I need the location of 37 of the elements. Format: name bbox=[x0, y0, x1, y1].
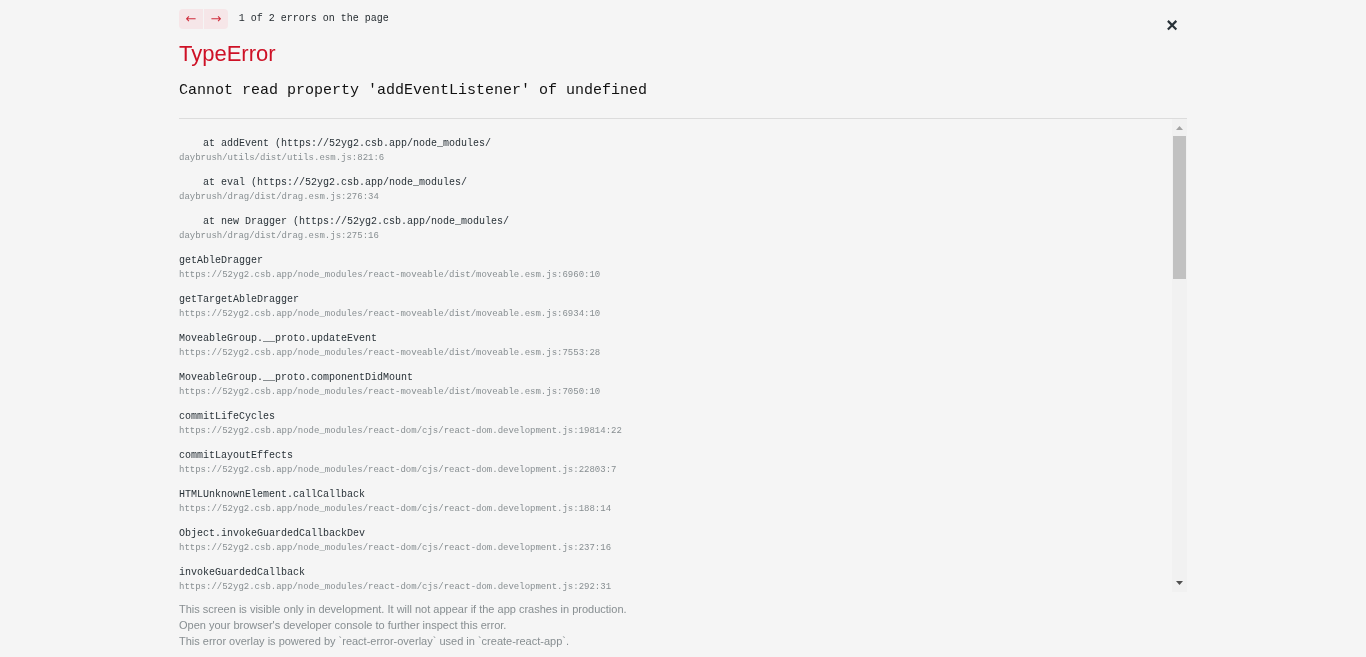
next-error-button[interactable]: → bbox=[203, 9, 228, 29]
close-button[interactable]: × bbox=[1157, 13, 1187, 37]
stack-frame-function: MoveableGroup.__proto.componentDidMount bbox=[179, 371, 414, 385]
stack-frame-function: commitLayoutEffects bbox=[179, 449, 294, 463]
stack-frame-location: daybrush/drag/dist/drag.esm.js:276:34 bbox=[179, 191, 379, 204]
stack-frame-location: https://52yg2.csb.app/node_modules/react-dom/cjs/react-dom.development.js:19814:22 bbox=[179, 425, 622, 438]
stack-frame-function: Object.invokeGuardedCallbackDev bbox=[179, 527, 366, 541]
stack-frame-function: HTMLUnknownElement.callCallback bbox=[179, 488, 366, 502]
stack-frame-location: https://52yg2.csb.app/node_modules/react-moveable/dist/moveable.esm.js:7050:10 bbox=[179, 386, 601, 399]
scroll-up-arrow-icon[interactable] bbox=[1176, 125, 1183, 130]
stack-frame-location: daybrush/utils/dist/utils.esm.js:821:6 bbox=[179, 152, 385, 165]
stack-frame-location: daybrush/drag/dist/drag.esm.js:275:16 bbox=[179, 230, 379, 243]
previous-error-button[interactable]: ← bbox=[179, 9, 203, 29]
error-message: Cannot read property 'addEventListener' of undefined bbox=[179, 82, 648, 100]
error-counter: 1 of 2 errors on the page bbox=[238, 12, 389, 26]
stack-frame-location: https://52yg2.csb.app/node_modules/react-dom/cjs/react-dom.development.js:237:16 bbox=[179, 542, 612, 555]
stack-frame-function: getAbleDragger bbox=[179, 254, 263, 268]
stack-frame-location: https://52yg2.csb.app/node_modules/react-dom/cjs/react-dom.development.js:22803:7 bbox=[179, 464, 617, 477]
stack-frame-location: https://52yg2.csb.app/node_modules/react-moveable/dist/moveable.esm.js:6960:10 bbox=[179, 269, 601, 282]
stack-frame-location: https://52yg2.csb.app/node_modules/react-moveable/dist/moveable.esm.js:6934:10 bbox=[179, 308, 601, 321]
stack-frame-function: at new Dragger (https://52yg2.csb.app/node_modules/ bbox=[202, 215, 510, 229]
footer-note: This error overlay is powered by `react-error-overlay` used in `create-react-app`. bbox=[179, 634, 570, 649]
stack-frame-location: https://52yg2.csb.app/node_modules/react-moveable/dist/moveable.esm.js:7553:28 bbox=[179, 347, 601, 360]
error-title: TypeError bbox=[179, 41, 276, 67]
stack-frame-function: at eval (https://52yg2.csb.app/node_modules/ bbox=[202, 176, 468, 190]
scrollbar-thumb[interactable] bbox=[1173, 136, 1186, 279]
footer-note: Open your browser's developer console to further inspect this error. bbox=[179, 618, 507, 633]
stack-frame-location: https://52yg2.csb.app/node_modules/react-dom/cjs/react-dom.development.js:292:31 bbox=[179, 581, 612, 594]
stack-frame-function: MoveableGroup.__proto.updateEvent bbox=[179, 332, 378, 346]
stack-frame-location: https://52yg2.csb.app/node_modules/react-dom/cjs/react-dom.development.js:188:14 bbox=[179, 503, 612, 516]
stack-frame-function: commitLifeCycles bbox=[179, 410, 275, 424]
stack-frame-function: getTargetAbleDragger bbox=[179, 293, 300, 307]
footer-note: This screen is visible only in development. It will not appear if the app crashes in production. bbox=[179, 602, 627, 617]
scrollbar[interactable] bbox=[1172, 119, 1187, 592]
stack-frame-function: invokeGuardedCallback bbox=[179, 566, 306, 580]
stack-frame-function: at addEvent (https://52yg2.csb.app/node_modules/ bbox=[202, 137, 492, 151]
scroll-down-arrow-icon[interactable] bbox=[1176, 580, 1183, 585]
